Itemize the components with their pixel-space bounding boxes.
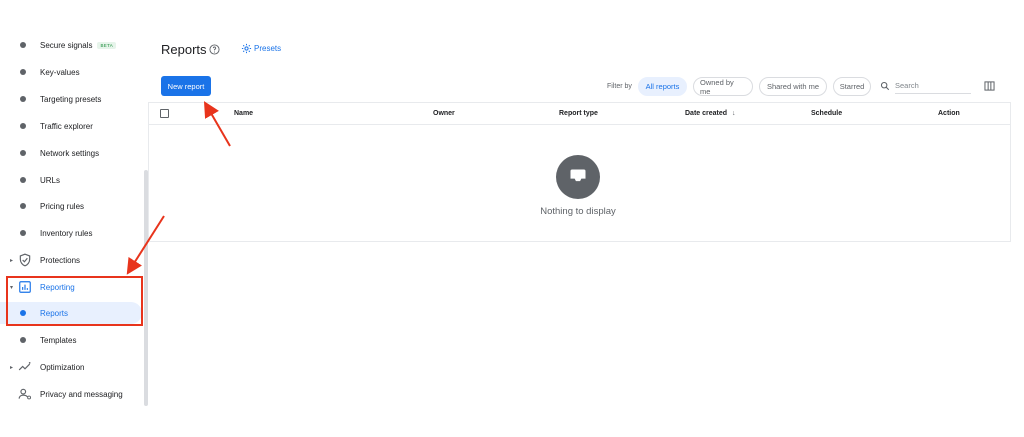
arrow-down-icon: ↓ xyxy=(732,110,736,117)
new-report-button[interactable]: New report xyxy=(161,76,211,96)
chevron-right-icon: ▸ xyxy=(10,257,14,264)
empty-state-message: Nothing to display xyxy=(540,206,616,217)
column-header-label: Date created xyxy=(685,110,728,117)
sidebar-item-network-settings[interactable]: Network settings xyxy=(0,142,142,164)
sidebar-item-targeting-presets[interactable]: Targeting presets xyxy=(0,88,142,110)
sidebar-item-label: Reporting xyxy=(40,282,75,292)
chevron-right-icon: ▸ xyxy=(10,364,14,371)
chip-all-reports[interactable]: All reports xyxy=(638,77,687,96)
chevron-down-icon: ▾ xyxy=(10,284,14,291)
presets-label: Presets xyxy=(254,44,282,53)
bullet-icon xyxy=(20,230,26,236)
beta-badge: BETA xyxy=(97,41,117,49)
bar-chart-icon xyxy=(19,281,31,293)
search-icon xyxy=(880,81,890,91)
bullet-icon xyxy=(20,123,26,129)
trending-icon xyxy=(18,362,31,371)
sidebar-item-label: Secure signals xyxy=(40,40,93,50)
sidebar-item-label: Key-values xyxy=(40,67,80,77)
shield-icon xyxy=(19,253,31,267)
bullet-icon xyxy=(20,150,26,156)
sidebar-item-inventory-rules[interactable]: Inventory rules xyxy=(0,222,142,244)
reports-table: Name Owner Report type Date created ↓ Sch… xyxy=(148,102,1011,242)
table-header: Name Owner Report type Date created ↓ Sch… xyxy=(149,103,1010,125)
columns-icon[interactable] xyxy=(984,81,995,91)
column-header-action[interactable]: Action xyxy=(938,110,960,117)
bullet-icon xyxy=(20,310,26,316)
sidebar-item-label: URLs xyxy=(40,175,61,185)
sidebar-item-label: Optimization xyxy=(40,362,85,372)
sidebar-item-label: Pricing rules xyxy=(40,201,85,211)
sidebar-item-label: Protections xyxy=(40,255,81,265)
sidebar-item-pricing-rules[interactable]: Pricing rules xyxy=(0,195,142,217)
sidebar-item-urls[interactable]: URLs xyxy=(0,169,142,191)
sidebar-item-label: Templates xyxy=(40,335,77,345)
sidebar-item-reporting[interactable]: ▾ Reporting xyxy=(0,276,142,298)
page-title: Reports xyxy=(161,42,207,57)
sidebar-item-label: Privacy and messaging xyxy=(40,389,123,399)
bullet-icon xyxy=(20,42,26,48)
inbox-icon xyxy=(556,155,600,199)
sidebar-item-label: Targeting presets xyxy=(40,94,102,104)
bullet-icon xyxy=(20,69,26,75)
sidebar-item-label: Reports xyxy=(40,308,69,318)
sidebar-item-privacy-and-messaging[interactable]: Privacy and messaging xyxy=(0,383,142,405)
sidebar-item-traffic-explorer[interactable]: Traffic explorer xyxy=(0,115,142,137)
gear-icon xyxy=(241,43,252,54)
sidebar-item-key-values[interactable]: Key-values xyxy=(0,61,142,83)
sidebar-item-templates[interactable]: Templates xyxy=(0,329,142,351)
column-header-date-created[interactable]: Date created ↓ xyxy=(685,110,736,117)
chip-owned-by-me[interactable]: Owned by me xyxy=(693,77,753,96)
column-header-report-type[interactable]: Report type xyxy=(559,110,598,117)
chip-shared-with-me[interactable]: Shared with me xyxy=(759,77,827,96)
chip-starred[interactable]: Starred xyxy=(833,77,871,96)
bullet-icon xyxy=(20,203,26,209)
sidebar: Secure signals BETA Key-values Targeting … xyxy=(0,0,150,437)
bullet-icon xyxy=(20,337,26,343)
column-header-schedule[interactable]: Schedule xyxy=(811,110,842,117)
sidebar-item-label: Inventory rules xyxy=(40,228,93,238)
bullet-icon xyxy=(20,177,26,183)
sidebar-item-label: Traffic explorer xyxy=(40,121,93,131)
sidebar-item-secure-signals[interactable]: Secure signals BETA xyxy=(0,34,142,56)
sidebar-item-optimization[interactable]: ▸ Optimization xyxy=(0,356,142,378)
presets-link[interactable]: Presets xyxy=(241,43,281,54)
sidebar-item-protections[interactable]: ▸ Protections xyxy=(0,249,142,271)
search-input[interactable] xyxy=(895,78,971,94)
bullet-icon xyxy=(20,96,26,102)
select-all-checkbox[interactable] xyxy=(160,109,169,118)
sidebar-item-reports[interactable]: Reports xyxy=(0,302,142,324)
sidebar-item-label: Network settings xyxy=(40,148,100,158)
person-settings-icon xyxy=(18,388,32,400)
help-icon[interactable] xyxy=(209,44,220,55)
filter-by-label: Filter by xyxy=(607,83,632,90)
column-header-name[interactable]: Name xyxy=(234,110,253,117)
column-header-owner[interactable]: Owner xyxy=(433,110,455,117)
